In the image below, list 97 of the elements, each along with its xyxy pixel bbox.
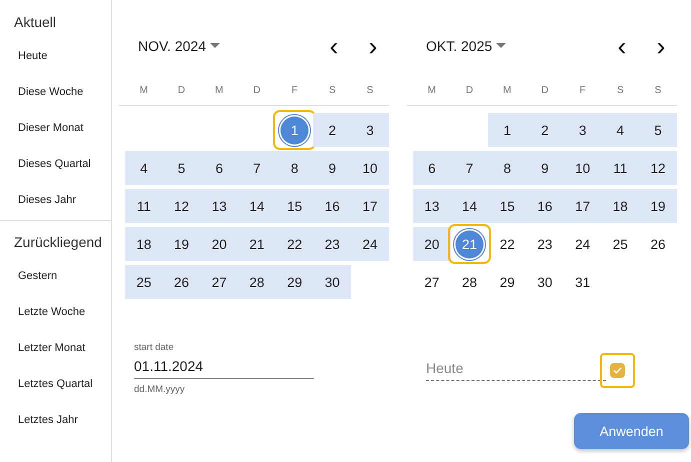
month-selector[interactable]: OKT. 2025	[426, 38, 506, 54]
day-cell[interactable]: 17	[351, 189, 389, 223]
day-cell[interactable]: 4	[601, 113, 640, 147]
day-cell[interactable]: 19	[162, 227, 200, 261]
day-cell[interactable]: 11	[601, 151, 640, 185]
day-cell[interactable]: 6	[413, 151, 451, 185]
day-cell[interactable]: 4	[125, 151, 163, 185]
day-cell[interactable]: 22	[488, 227, 526, 261]
day-cell[interactable]: 8	[276, 151, 314, 185]
weekday-label: M	[214, 84, 224, 98]
day-cell[interactable]: 15	[488, 189, 526, 223]
previous-month-button[interactable]: ‹	[610, 34, 634, 58]
weekday-label: D	[176, 84, 186, 98]
day-cell[interactable]: 8	[488, 151, 526, 185]
day-cell[interactable]: 2	[313, 113, 352, 147]
day-cell[interactable]: 12	[639, 151, 677, 185]
day-cell[interactable]: 18	[125, 227, 163, 261]
day-cell[interactable]: 24	[564, 227, 602, 261]
day-cell[interactable]: 26	[162, 265, 200, 299]
preset-item[interactable]: Dieser Monat	[0, 110, 111, 146]
day-cell[interactable]: 3	[351, 113, 389, 147]
caret-icon	[496, 43, 506, 49]
day-cell[interactable]: 5	[639, 113, 677, 147]
preset-item[interactable]: Heute	[0, 38, 111, 74]
day-cell[interactable]: 20	[200, 227, 238, 261]
today-checkbox[interactable]	[600, 353, 635, 388]
next-month-button[interactable]: ›	[361, 34, 385, 58]
day-cell[interactable]: 16	[526, 189, 564, 223]
preset-item[interactable]: Diese Woche	[0, 74, 111, 110]
month-selector[interactable]: NOV. 2024	[138, 38, 220, 54]
day-cell[interactable]: 10	[564, 151, 602, 185]
day-cell[interactable]: 18	[601, 189, 640, 223]
day-cell[interactable]: 11	[125, 189, 163, 223]
day-cell[interactable]: 1	[488, 113, 526, 147]
day-cell[interactable]: 10	[351, 151, 389, 185]
previous-month-button[interactable]: ‹	[322, 34, 346, 58]
weekday-label: M	[502, 84, 512, 98]
day-cell[interactable]: 21	[238, 227, 276, 261]
day-cell[interactable]: 19	[639, 189, 677, 223]
preset-item[interactable]: Gestern	[0, 258, 111, 294]
weekday-label: S	[654, 84, 662, 98]
day-cell[interactable]: 30	[526, 265, 564, 299]
day-cell[interactable]: 24	[351, 227, 389, 261]
day-cell[interactable]: 25	[601, 227, 640, 261]
day-cell[interactable]: 13	[200, 189, 238, 223]
day-cell[interactable]: 14	[450, 189, 488, 223]
day-cell[interactable]: 31	[564, 265, 602, 299]
preset-item[interactable]: Dieses Quartal	[0, 146, 111, 182]
day-cell[interactable]: 23	[526, 227, 564, 261]
day-cell[interactable]: 30	[313, 265, 352, 299]
section-heading: Aktuell	[13, 13, 58, 32]
format-hint: dd.MM.yyyy	[134, 384, 186, 395]
day-cell[interactable]: 9	[313, 151, 352, 185]
day-cell[interactable]: 28	[450, 265, 488, 299]
checkmark-icon	[613, 367, 622, 374]
weekday-label: S	[366, 84, 374, 98]
caret-icon	[210, 43, 220, 49]
field-label: start date	[134, 342, 175, 355]
preset-item[interactable]: Dieses Jahr	[0, 182, 111, 218]
day-cell[interactable]: 23	[313, 227, 352, 261]
next-month-button[interactable]: ›	[649, 34, 673, 58]
day-cell[interactable]: 26	[639, 227, 677, 261]
day-cell[interactable]: 17	[564, 189, 602, 223]
day-cell[interactable]: 16	[313, 189, 352, 223]
weekday-label: S	[616, 84, 625, 98]
day-cell[interactable]: 25	[125, 265, 163, 299]
day-cell[interactable]: 12	[162, 189, 200, 223]
weekday-label: D	[252, 84, 262, 98]
weekday-label: D	[464, 84, 474, 98]
day-cell[interactable]: 22	[276, 227, 314, 261]
day-cell[interactable]: 2	[526, 113, 564, 147]
day-cell[interactable]: 9	[526, 151, 564, 185]
day-cell[interactable]: 27	[200, 265, 238, 299]
preset-item[interactable]: Letztes Quartal	[0, 366, 111, 402]
day-cell[interactable]: 7	[450, 151, 488, 185]
weekday-label: D	[540, 84, 550, 98]
day-cell[interactable]: 6	[200, 151, 238, 185]
day-cell[interactable]: 20	[413, 227, 451, 261]
day-cell[interactable]: 27	[413, 265, 451, 299]
day-cell[interactable]: 14	[238, 189, 276, 223]
preset-item[interactable]: Letzte Woche	[0, 294, 111, 330]
day-cell[interactable]: 3	[564, 113, 602, 147]
weekday-label: M	[138, 84, 150, 98]
weekday-label: S	[328, 84, 337, 98]
day-cell[interactable]: 7	[238, 151, 276, 185]
weekday-label: M	[426, 84, 438, 98]
day-cell[interactable]: 28	[238, 265, 276, 299]
preset-item[interactable]: Letzter Monat	[0, 330, 111, 366]
day-cell[interactable]: 29	[276, 265, 314, 299]
day-cell[interactable]: 13	[413, 189, 451, 223]
day-cell[interactable]: 5	[162, 151, 200, 185]
day-cell[interactable]: 15	[276, 189, 314, 223]
weekday-label: F	[290, 84, 299, 98]
section-heading: Zurückliegend	[13, 233, 103, 252]
day-cell[interactable]: 29	[488, 265, 526, 299]
weekday-label: F	[578, 84, 587, 98]
preset-item[interactable]: Letztes Jahr	[0, 402, 111, 438]
